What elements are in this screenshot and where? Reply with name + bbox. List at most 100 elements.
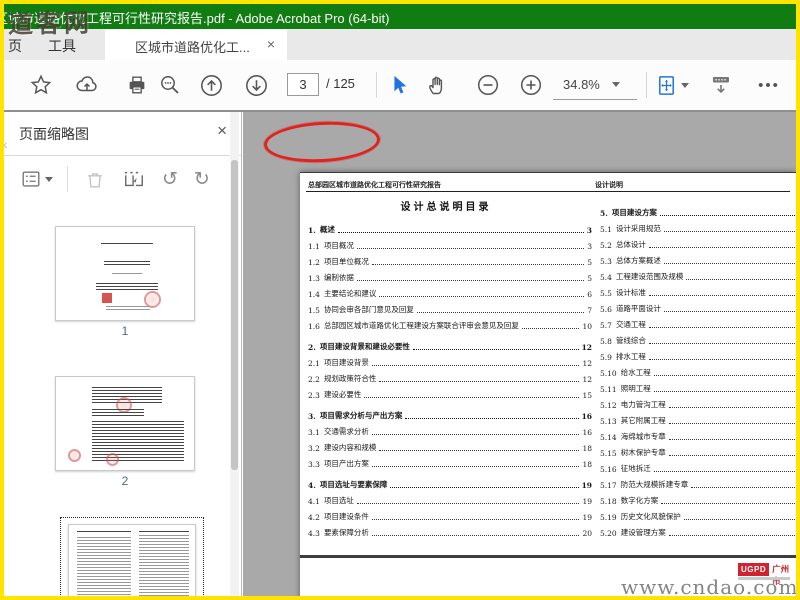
rotate-cw-button[interactable]: ↻ bbox=[194, 168, 210, 190]
dotted-leader bbox=[668, 455, 796, 456]
toc-entry: 5.14 海绵城市专章 bbox=[600, 426, 796, 442]
dotted-leader bbox=[356, 503, 580, 504]
hand-icon bbox=[429, 76, 443, 95]
search-icon bbox=[161, 76, 179, 94]
page-fit-button[interactable] bbox=[652, 60, 692, 110]
dotted-leader bbox=[659, 215, 796, 216]
page-total-label: / 125 bbox=[326, 76, 355, 91]
toolbar-separator bbox=[646, 72, 647, 98]
toc-entry: 3.2 建设内容和规模 18 bbox=[308, 443, 592, 453]
page-number-input[interactable]: 3 bbox=[287, 73, 319, 96]
dotted-leader bbox=[661, 503, 796, 504]
toc-entry: 1. 概述 3 bbox=[308, 225, 592, 235]
toc-entry: 5.17 防范大规模拆建专章 bbox=[600, 474, 796, 490]
select-tool-button[interactable] bbox=[382, 60, 416, 110]
chevron-down-icon bbox=[45, 176, 53, 182]
toolbar-separator bbox=[376, 72, 377, 98]
dotted-leader bbox=[337, 232, 584, 233]
thumbnail-label-1: 1 bbox=[121, 324, 129, 338]
toc-entry: 1.3 编制依据 5 bbox=[308, 273, 592, 283]
options-list-icon bbox=[22, 171, 40, 187]
toc-entry: 4. 项目选址与要素保障 19 bbox=[308, 480, 592, 490]
dotted-leader bbox=[412, 349, 579, 350]
dotted-leader bbox=[371, 434, 580, 435]
toc-entry: 5.7 交通工程 bbox=[600, 314, 796, 330]
toc-entry: 1.4 主要结论和建议 6 bbox=[308, 289, 592, 299]
tab-tools[interactable]: 工具 bbox=[34, 29, 90, 60]
fit-page-icon bbox=[659, 75, 674, 95]
share-upload-button[interactable] bbox=[70, 60, 104, 110]
toolbar-separator bbox=[67, 166, 68, 192]
arrow-up-circle-icon bbox=[200, 74, 222, 96]
toc-title: 设计总说明目录 bbox=[400, 202, 492, 213]
red-seal bbox=[68, 449, 81, 462]
dotted-leader bbox=[653, 391, 796, 392]
thumbnail-page-3 bbox=[68, 524, 196, 596]
dotted-leader bbox=[390, 487, 579, 488]
thumbnail-options-button[interactable] bbox=[20, 168, 53, 190]
pdf-header-left: 总部园区城市道路优化工程可行性研究报告 bbox=[308, 180, 441, 189]
dotted-leader bbox=[648, 343, 796, 344]
zoom-level-dropdown[interactable]: 34.8% bbox=[553, 70, 637, 100]
red-seal bbox=[106, 453, 119, 466]
toc-entry: 3. 项目需求分析与产出方案 16 bbox=[308, 411, 592, 421]
toc-entry: 5.20 建设管理方案 bbox=[600, 522, 796, 538]
dotted-leader bbox=[405, 418, 579, 419]
dotted-leader bbox=[379, 450, 580, 451]
toc-entry: 4.1 项目选址 19 bbox=[308, 496, 592, 506]
panel-close-icon[interactable]: × bbox=[217, 121, 227, 141]
dotted-leader bbox=[371, 264, 585, 265]
toc-entry: 5.2 总体设计 bbox=[600, 234, 796, 250]
document-pane: 总部园区城市道路优化工程可行性研究报告 设计说明 设计总说明目录 1. 概述 3 bbox=[243, 112, 796, 596]
pdf-header-right: 设计说明 bbox=[595, 180, 623, 189]
next-page-button[interactable] bbox=[239, 60, 273, 110]
toc-entry: 5.16 征地拆迁 bbox=[600, 458, 796, 474]
dotted-leader bbox=[663, 263, 796, 264]
thumbnail-page-3-selected[interactable] bbox=[60, 517, 204, 596]
sidebar-scrollbar[interactable] bbox=[230, 112, 239, 596]
print-button[interactable] bbox=[120, 60, 154, 110]
zoom-out-button[interactable] bbox=[471, 60, 505, 110]
tab-close-icon[interactable]: × bbox=[267, 36, 275, 52]
thumbnail-list: 1 2 bbox=[4, 202, 227, 596]
toc-entry: 2.2 规划政策符合性 12 bbox=[308, 374, 592, 384]
dotted-leader bbox=[416, 312, 585, 313]
tab-home-partial[interactable]: 页 bbox=[4, 29, 32, 60]
tab-document[interactable]: 区城市道路优化工... × bbox=[105, 29, 287, 60]
dotted-leader bbox=[663, 311, 796, 312]
rotate-ccw-button[interactable]: ↺ bbox=[162, 168, 178, 190]
search-button[interactable] bbox=[153, 60, 187, 110]
screenshot-frame: 区城市道路优化工程可行性研究报告.pdf - Adobe Acrobat Pro… bbox=[0, 0, 800, 600]
thumbnail-page-1[interactable] bbox=[55, 226, 195, 321]
thumbnail-content bbox=[92, 409, 144, 417]
thumbnail-content bbox=[77, 537, 131, 596]
delete-pages-button[interactable] bbox=[84, 168, 106, 190]
toc-entry: 5.15 树木保护专章 bbox=[600, 442, 796, 458]
thumbnail-page-2[interactable] bbox=[55, 376, 195, 471]
title-bar: 区城市道路优化工程可行性研究报告.pdf - Adobe Acrobat Pro… bbox=[4, 4, 796, 29]
thumbnail-content bbox=[92, 421, 184, 461]
dotted-leader bbox=[668, 423, 796, 424]
cloud-upload-icon bbox=[76, 76, 97, 92]
toc-column-right: 5. 项目建设方案 5.1 设计采用规范 5.2 总体设计 5.3 总体方案概述… bbox=[600, 197, 796, 538]
acrobat-window: 区城市道路优化工程可行性研究报告.pdf - Adobe Acrobat Pro… bbox=[4, 4, 796, 596]
dotted-leader bbox=[653, 471, 796, 472]
toolbar-collapse-icon bbox=[713, 77, 729, 94]
watermark-bottom-right: www.cndao.com bbox=[621, 575, 796, 596]
dotted-leader bbox=[371, 535, 580, 536]
toc-entry: 5.8 管线综合 bbox=[600, 330, 796, 346]
star-favorites-button[interactable] bbox=[24, 60, 58, 110]
panel-title: 页面缩略图 bbox=[19, 126, 89, 142]
hand-tool-button[interactable] bbox=[420, 60, 454, 110]
page-thumbnails-panel: ‹ 页面缩略图 × ↺ ↻ bbox=[4, 112, 242, 596]
zoom-level-value: 34.8% bbox=[563, 77, 600, 92]
dotted-leader bbox=[653, 375, 796, 376]
more-tools-button[interactable]: ••• bbox=[749, 60, 789, 110]
previous-page-button[interactable] bbox=[194, 60, 228, 110]
dotted-leader bbox=[663, 231, 796, 232]
hide-toolbar-button[interactable] bbox=[704, 60, 738, 110]
zoom-in-button[interactable] bbox=[514, 60, 548, 110]
sidebar-scrollbar-thumb[interactable] bbox=[231, 160, 238, 470]
extract-pages-button[interactable] bbox=[122, 168, 146, 190]
arrow-down-circle-icon bbox=[245, 74, 267, 96]
